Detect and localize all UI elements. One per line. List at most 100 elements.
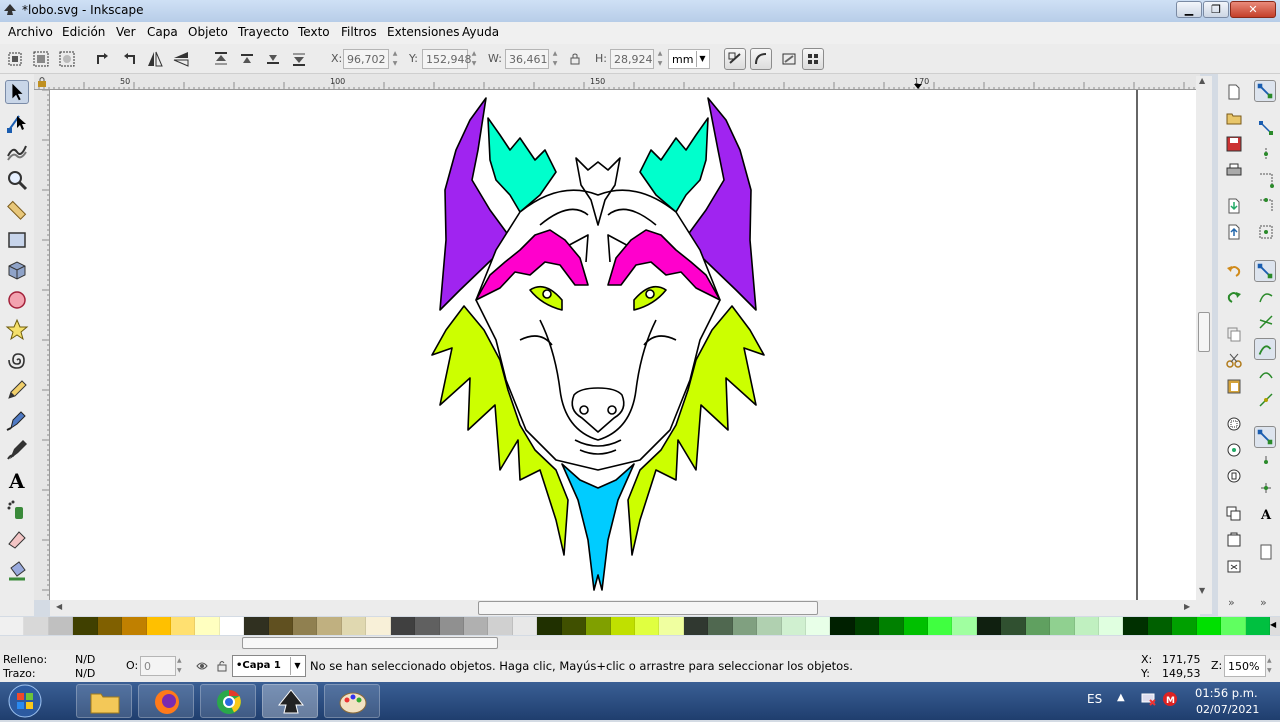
palette-swatch[interactable] [537, 617, 562, 635]
pen-tool-icon[interactable] [5, 408, 29, 432]
palette-swatch[interactable] [512, 617, 538, 635]
zoom-field[interactable]: 150% [1224, 655, 1266, 677]
mcafee-icon[interactable]: M [1162, 691, 1178, 707]
palette-swatch[interactable] [1245, 617, 1270, 635]
language-indicator[interactable]: ES [1087, 692, 1102, 706]
spiral-tool-icon[interactable] [5, 348, 29, 372]
scroll-down-icon[interactable]: ▼ [1199, 586, 1205, 595]
palette-swatch[interactable] [366, 617, 391, 635]
more-snap-icon[interactable]: » [1260, 596, 1267, 609]
menu-filtros[interactable]: Filtros [341, 25, 377, 39]
palette-swatch[interactable] [928, 617, 953, 635]
paste-icon[interactable] [1226, 378, 1242, 394]
palette-swatch[interactable] [903, 617, 929, 635]
palette-swatch[interactable] [683, 617, 709, 635]
horizontal-scroll-thumb[interactable] [478, 601, 818, 615]
snap-smooth-nodes-icon[interactable] [1258, 366, 1274, 382]
palette-swatch[interactable] [586, 617, 611, 635]
palette-swatch[interactable] [317, 617, 342, 635]
layer-select[interactable]: •Capa 1 ▼ [232, 655, 306, 677]
close-button[interactable]: ✕ [1230, 1, 1276, 18]
palette-swatch[interactable] [1098, 617, 1124, 635]
snap-object-midpoints-icon[interactable] [1258, 454, 1274, 470]
palette-swatch[interactable] [390, 617, 416, 635]
minimize-button[interactable]: ▁ [1176, 1, 1202, 18]
palette-swatch[interactable] [781, 617, 806, 635]
menu-extensiones[interactable]: Extensiones [387, 25, 460, 39]
show-hidden-icons[interactable]: ▲ [1117, 692, 1125, 703]
save-icon[interactable] [1226, 136, 1242, 152]
palette-swatch[interactable] [73, 617, 98, 635]
zoom-page-icon[interactable] [1226, 468, 1242, 484]
tweak-tool-icon[interactable] [5, 138, 29, 162]
open-icon[interactable] [1226, 110, 1242, 126]
import-icon[interactable] [1226, 198, 1242, 214]
eraser-tool-icon[interactable] [5, 528, 29, 552]
snap-nodes-toggle-icon[interactable] [1254, 260, 1276, 282]
zoom-tool-icon[interactable] [5, 168, 29, 192]
palette-swatch[interactable] [1147, 617, 1173, 635]
clock-date[interactable]: 02/07/2021 [1196, 703, 1259, 716]
flip-horizontal-icon[interactable] [146, 50, 164, 68]
w-spinner[interactable]: ▲ ▼ [550, 49, 560, 69]
palette-swatch[interactable] [952, 617, 977, 635]
palette-swatch[interactable] [488, 617, 513, 635]
x-field[interactable]: 96,702 [343, 49, 389, 69]
left-ruler[interactable] [34, 90, 50, 600]
duplicate-icon[interactable] [1226, 506, 1242, 522]
snap-bbox-centers-icon[interactable] [1258, 224, 1274, 240]
scroll-up-icon[interactable]: ▲ [1199, 76, 1205, 85]
select-all-icon[interactable] [6, 50, 24, 68]
lock-ratio-icon[interactable] [568, 52, 582, 66]
star-tool-icon[interactable] [5, 318, 29, 342]
palette-swatch[interactable] [122, 617, 147, 635]
menu-archivo[interactable]: Archivo [8, 25, 53, 39]
palette-swatch[interactable] [1074, 617, 1099, 635]
fill-value[interactable]: N/D [75, 653, 95, 666]
raise-icon[interactable] [238, 50, 256, 68]
undo-icon[interactable] [1226, 262, 1242, 278]
menu-ayuda[interactable]: Ayuda [462, 25, 499, 39]
h-spinner[interactable]: ▲ ▼ [655, 49, 665, 69]
drawing-canvas[interactable] [50, 90, 1200, 600]
taskbar-inkscape[interactable] [262, 684, 318, 718]
scroll-right-icon[interactable]: ▶ [1184, 602, 1190, 611]
export-icon[interactable] [1226, 224, 1242, 240]
new-document-icon[interactable] [1226, 84, 1242, 100]
palette-swatch[interactable] [1050, 617, 1075, 635]
snap-bbox-icon[interactable] [1258, 120, 1274, 136]
y-spinner[interactable]: ▲ ▼ [469, 49, 479, 69]
snap-rotation-center-icon[interactable] [1258, 480, 1274, 496]
palette-swatch[interactable] [1001, 617, 1026, 635]
palette-swatch[interactable] [708, 617, 733, 635]
menu-capa[interactable]: Capa [147, 25, 178, 39]
palette-menu-icon[interactable]: ◀ [1270, 620, 1276, 629]
eye-visibility-icon[interactable] [196, 660, 208, 672]
opacity-spinner[interactable]: ▲ ▼ [177, 656, 187, 676]
menu-texto[interactable]: Texto [298, 25, 330, 39]
maximize-button[interactable]: ❐ [1203, 1, 1229, 18]
print-icon[interactable] [1226, 162, 1242, 178]
text-tool-icon[interactable]: A [5, 468, 29, 492]
palette-swatch[interactable] [659, 617, 684, 635]
horizontal-scrollbar[interactable]: ◀ ▶ [50, 600, 1200, 616]
palette-swatch[interactable] [293, 617, 318, 635]
layer-lock-icon[interactable] [216, 660, 228, 672]
taskbar-chrome[interactable] [200, 684, 256, 718]
lock-guides-icon[interactable] [36, 76, 48, 88]
snap-bbox-corners-icon[interactable] [1258, 172, 1274, 188]
y-field[interactable]: 152,948 [422, 49, 472, 69]
snap-bbox-midpoints-icon[interactable] [1258, 198, 1274, 214]
3d-box-tool-icon[interactable] [5, 258, 29, 282]
cut-icon[interactable] [1226, 352, 1242, 368]
menu-ver[interactable]: Ver [116, 25, 136, 39]
transform-patterns-toggle[interactable] [802, 48, 824, 70]
vertical-scrollbar[interactable]: ▲ ▼ [1196, 76, 1212, 614]
pencil-tool-icon[interactable] [5, 378, 29, 402]
palette-swatch[interactable] [830, 617, 855, 635]
palette-swatch[interactable] [464, 617, 489, 635]
clone-icon[interactable] [1226, 532, 1242, 548]
palette-swatch[interactable] [561, 617, 587, 635]
zoom-drawing-icon[interactable] [1226, 442, 1242, 458]
w-field[interactable]: 36,461 [505, 49, 549, 69]
